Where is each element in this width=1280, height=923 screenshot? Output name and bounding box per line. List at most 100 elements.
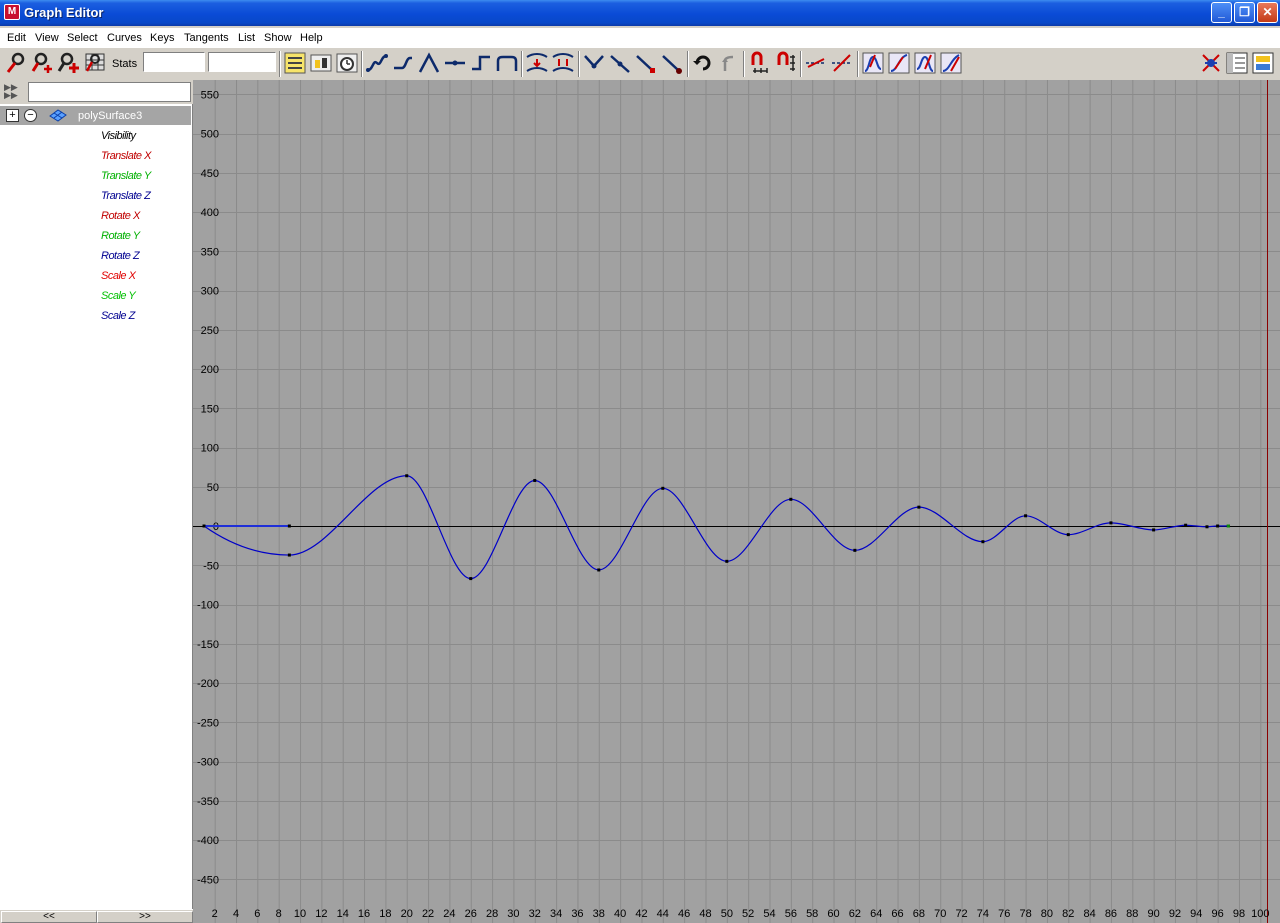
dope-sheet-icon[interactable] — [1199, 51, 1223, 75]
menu-edit[interactable]: Edit — [7, 32, 26, 44]
plateau-tangent-icon[interactable] — [495, 51, 519, 75]
x-tick-label: 22 — [422, 908, 434, 920]
auto-load-icon[interactable] — [691, 51, 715, 75]
y-tick-label: 400 — [201, 207, 219, 219]
x-tick-label: 88 — [1126, 908, 1138, 920]
attribute-scale-z[interactable]: Scale Z — [101, 310, 135, 322]
menu-tangents[interactable]: Tangents — [184, 32, 229, 44]
maya-icon[interactable]: M — [4, 4, 20, 20]
attribute-rotate-y[interactable]: Rotate Y — [101, 230, 140, 242]
buffer-curve-snapshot-icon[interactable] — [525, 51, 549, 75]
attribute-rotate-z[interactable]: Rotate Z — [101, 250, 140, 262]
x-tick-label: 90 — [1148, 908, 1160, 920]
frame-playback-range-icon[interactable] — [335, 51, 359, 75]
x-tick-label: 52 — [742, 908, 754, 920]
menu-help[interactable]: Help — [300, 32, 323, 44]
menu-curves[interactable]: Curves — [107, 32, 142, 44]
x-tick-label: 80 — [1041, 908, 1053, 920]
x-tick-label: 36 — [571, 908, 583, 920]
y-tick-label: 500 — [201, 129, 219, 141]
outliner-node-row[interactable]: + − polySurface3 — [0, 106, 191, 125]
x-tick-label: 56 — [785, 908, 797, 920]
post-infinity-cycle-icon[interactable] — [913, 51, 937, 75]
post-infinity-offset-icon[interactable] — [939, 51, 963, 75]
keyframe-marker — [1024, 514, 1028, 518]
close-icon[interactable]: ✕ — [1257, 2, 1278, 23]
attribute-scale-x[interactable]: Scale X — [101, 270, 136, 282]
menu-keys[interactable]: Keys — [150, 32, 174, 44]
x-tick-label: 54 — [763, 908, 775, 920]
y-tick-label: -400 — [197, 835, 219, 847]
pre-infinity-cycle-icon[interactable] — [861, 51, 885, 75]
x-tick-label: 14 — [337, 908, 349, 920]
toolbar-separator — [743, 51, 745, 77]
move-nearest-key-icon[interactable] — [5, 51, 29, 75]
expand-icon[interactable]: + — [6, 109, 19, 122]
attribute-visibility[interactable]: Visibility — [101, 130, 136, 142]
unify-tangents-icon[interactable] — [608, 51, 632, 75]
x-tick-label: 58 — [806, 908, 818, 920]
collapse-icon[interactable]: − — [24, 109, 37, 122]
attribute-rotate-x[interactable]: Rotate X — [101, 210, 140, 222]
restore-icon[interactable]: ❐ — [1234, 2, 1255, 23]
title-bar[interactable]: M Graph Editor _ ❐ ✕ — [0, 0, 1280, 26]
attribute-scale-y[interactable]: Scale Y — [101, 290, 136, 302]
free-tangent-weight-icon[interactable] — [634, 51, 658, 75]
clamped-tangent-icon[interactable] — [391, 51, 415, 75]
x-tick-label: 30 — [507, 908, 519, 920]
flat-tangent-icon[interactable] — [443, 51, 467, 75]
x-tick-label: 44 — [657, 908, 669, 920]
scroll-right-button[interactable]: >> — [97, 911, 193, 923]
stats-value-field[interactable] — [208, 52, 276, 72]
stats-label: Stats — [112, 58, 138, 70]
graph-view[interactable]: 550500450400350300250200150100500-50-100… — [193, 80, 1280, 923]
y-tick-label: -350 — [197, 796, 219, 808]
keyframe-marker — [469, 577, 473, 581]
attribute-translate-x[interactable]: Translate X — [101, 150, 151, 162]
menu-show[interactable]: Show — [264, 32, 292, 44]
normalize-icon[interactable] — [804, 51, 828, 75]
minimize-icon[interactable]: _ — [1211, 2, 1232, 23]
scroll-left-button[interactable]: << — [1, 911, 97, 923]
x-tick-label: 64 — [870, 908, 882, 920]
node-label: polySurface3 — [78, 110, 143, 122]
graph-editor-window: M Graph Editor _ ❐ ✕ Edit View Select Cu… — [0, 0, 1280, 923]
load-selection-icon[interactable] — [717, 51, 741, 75]
curve-graph[interactable]: 550500450400350300250200150100500-50-100… — [193, 80, 1280, 923]
frame-all-icon[interactable] — [283, 51, 307, 75]
x-tick-label: 34 — [550, 908, 562, 920]
keyframe-marker — [917, 505, 921, 509]
filter-arrows-icon[interactable]: ▶▶ ▶▶ — [4, 83, 24, 101]
keyframe-marker — [1184, 523, 1188, 527]
linear-tangent-icon[interactable] — [417, 51, 441, 75]
toolbar-separator — [578, 51, 580, 77]
swap-buffer-curve-icon[interactable] — [551, 51, 575, 75]
break-tangents-icon[interactable] — [582, 51, 606, 75]
menu-select[interactable]: Select — [67, 32, 98, 44]
menu-bar: Edit View Select Curves Keys Tangents Li… — [0, 28, 1280, 48]
pre-infinity-offset-icon[interactable] — [887, 51, 911, 75]
menu-list[interactable]: List — [238, 32, 255, 44]
trax-editor-icon[interactable] — [1225, 51, 1249, 75]
x-tick-label: 94 — [1190, 908, 1202, 920]
outliner-filter-bar: ▶▶ ▶▶ — [0, 80, 193, 104]
attribute-translate-z[interactable]: Translate Z — [101, 190, 151, 202]
y-tick-label: 150 — [201, 403, 219, 415]
lock-tangent-weight-icon[interactable] — [660, 51, 684, 75]
x-tick-label: 32 — [529, 908, 541, 920]
menu-view[interactable]: View — [35, 32, 59, 44]
outliner-filter-input[interactable] — [28, 82, 191, 102]
step-tangent-icon[interactable] — [469, 51, 493, 75]
value-snap-icon[interactable] — [773, 51, 797, 75]
stats-frame-field[interactable] — [143, 52, 205, 72]
spline-tangent-icon[interactable] — [365, 51, 389, 75]
denormalize-icon[interactable] — [830, 51, 854, 75]
frame-selection-icon[interactable] — [309, 51, 333, 75]
lattice-deform-icon[interactable] — [83, 51, 107, 75]
attribute-translate-y[interactable]: Translate Y — [101, 170, 151, 182]
time-snap-icon[interactable] — [747, 51, 771, 75]
insert-key-icon[interactable] — [31, 51, 55, 75]
add-key-icon[interactable] — [57, 51, 81, 75]
channel-box-icon[interactable] — [1251, 51, 1275, 75]
keyframe-marker — [661, 486, 665, 490]
